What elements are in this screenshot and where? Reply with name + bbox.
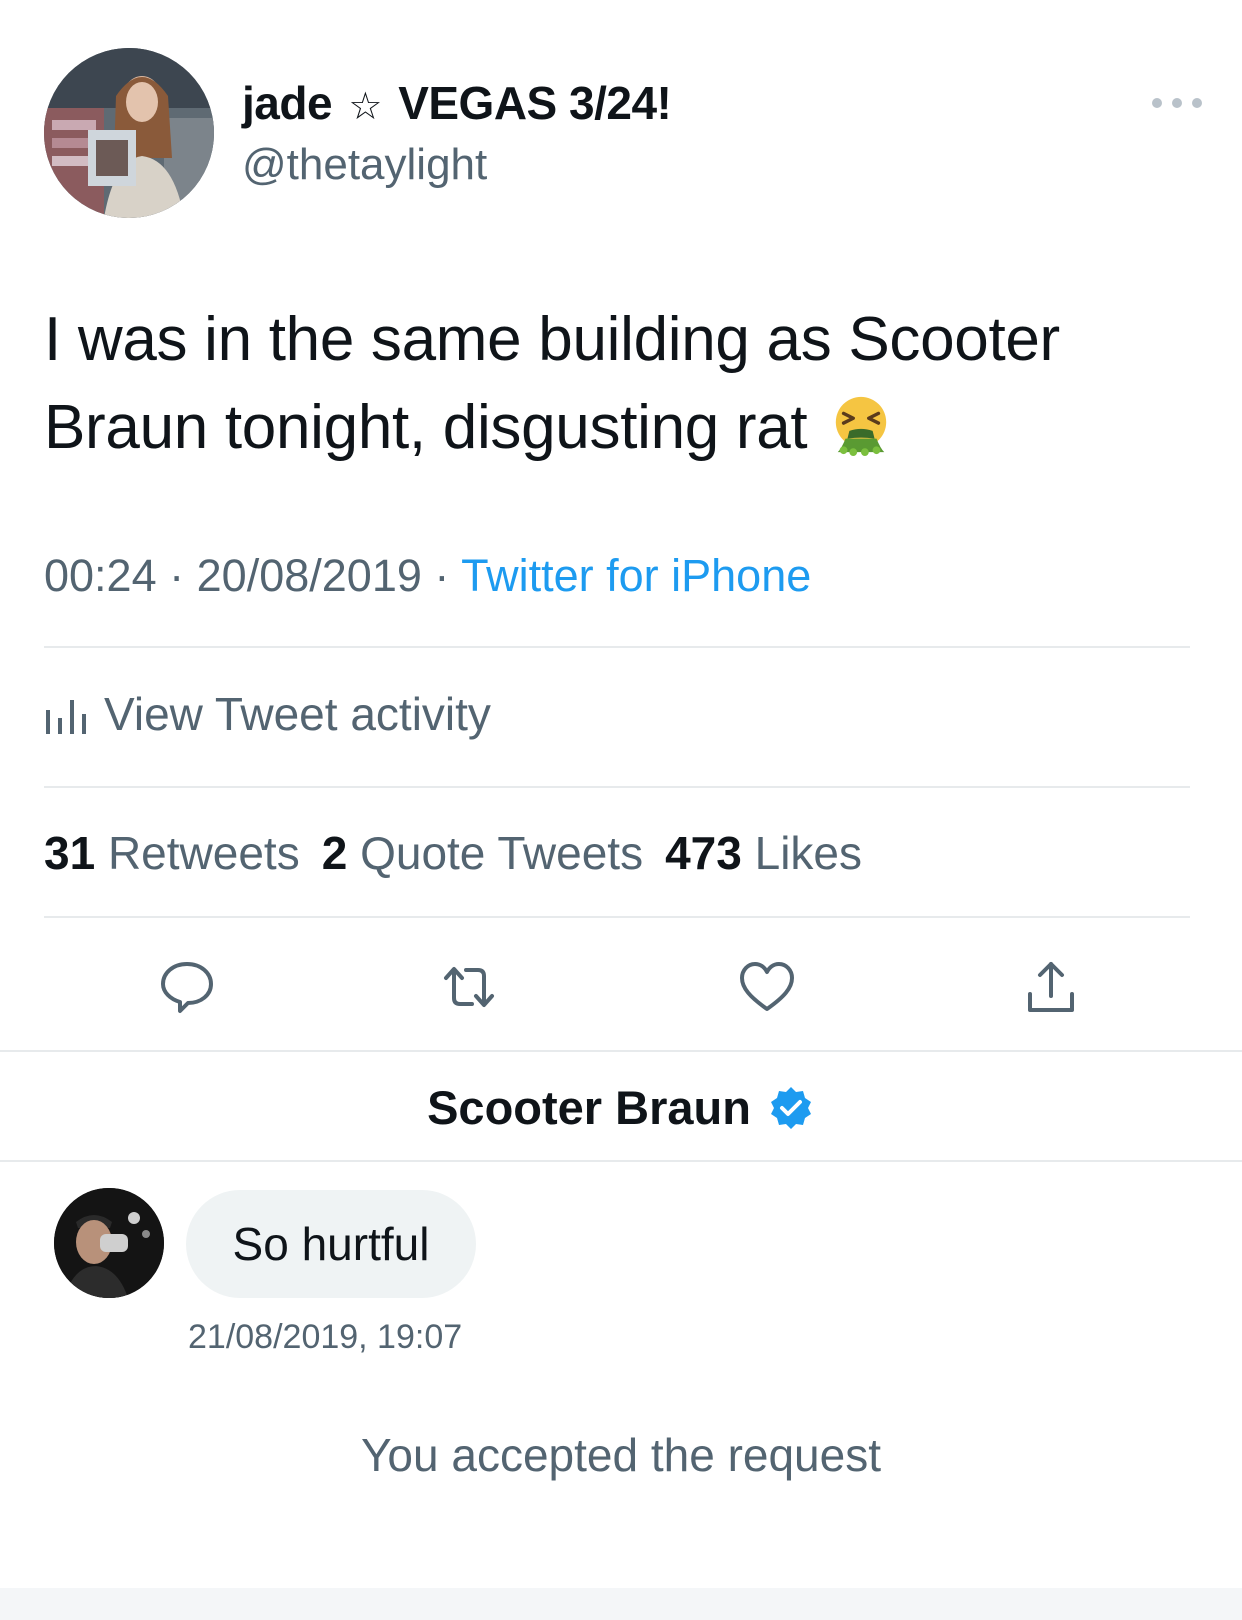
tweet-meta: 00:24 · 20/08/2019 · Twitter for iPhone <box>44 550 811 602</box>
like-icon[interactable] <box>736 956 798 1018</box>
star-icon: ☆ <box>348 84 382 128</box>
author-display-name[interactable]: jade ☆ VEGAS 3/24! <box>242 76 672 130</box>
view-tweet-activity-link[interactable]: View Tweet activity <box>44 686 491 742</box>
divider <box>44 646 1190 648</box>
request-accepted-status: You accepted the request <box>360 1429 882 1481</box>
dm-message-text: So hurtful <box>232 1218 430 1270</box>
tweet-source-link[interactable]: Twitter for iPhone <box>461 550 811 601</box>
tweet-date: 20/08/2019 <box>196 550 422 601</box>
meta-separator: · <box>169 550 185 601</box>
divider <box>0 1050 1242 1052</box>
quotes-count: 2 <box>321 827 348 879</box>
retweets-stat[interactable]: 31 Retweets <box>44 827 300 879</box>
avatar-photo <box>44 48 214 218</box>
tweet-text-content: I was in the same building as Scooter Br… <box>44 305 1060 462</box>
likes-label: Likes <box>754 827 862 879</box>
analytics-icon <box>46 700 86 734</box>
retweet-icon[interactable] <box>438 956 500 1018</box>
more-options-icon[interactable] <box>1152 96 1202 110</box>
dm-contact-header[interactable]: Scooter Braun <box>0 1080 1242 1135</box>
share-icon[interactable] <box>1020 956 1082 1018</box>
divider <box>0 1160 1242 1162</box>
author-handle[interactable]: @thetaylight <box>242 140 487 190</box>
retweets-label: Retweets <box>107 827 300 879</box>
verified-badge-icon <box>770 1086 811 1129</box>
meta-separator: · <box>434 550 450 601</box>
vomiting-face-icon <box>836 396 887 456</box>
tweet-stats: 31 Retweets 2 Quote Tweets 473 Likes <box>44 826 862 880</box>
quote-tweets-stat[interactable]: 2 Quote Tweets <box>322 827 643 879</box>
author-avatar[interactable] <box>44 48 214 218</box>
likes-stat[interactable]: 473 Likes <box>665 827 862 879</box>
retweets-count: 31 <box>44 827 96 879</box>
divider <box>44 786 1190 788</box>
bottom-bar <box>0 1588 1242 1620</box>
dm-message-bubble[interactable]: So hurtful <box>186 1190 476 1298</box>
reply-icon[interactable] <box>156 956 218 1018</box>
tweet-time: 00:24 <box>44 550 157 601</box>
dm-contact-name: Scooter Braun <box>427 1081 751 1134</box>
tweet-text: I was in the same building as Scooter Br… <box>44 296 1204 472</box>
dm-message-timestamp: 21/08/2019, 19:07 <box>188 1318 463 1356</box>
display-name-prefix: jade <box>242 77 333 129</box>
likes-count: 473 <box>665 827 742 879</box>
display-name-suffix: VEGAS 3/24! <box>398 77 672 129</box>
dm-avatar-photo <box>54 1188 164 1298</box>
quotes-label: Quote Tweets <box>360 827 644 879</box>
dm-contact-avatar[interactable] <box>54 1188 164 1298</box>
activity-label: View Tweet activity <box>104 688 491 740</box>
divider <box>44 916 1190 918</box>
